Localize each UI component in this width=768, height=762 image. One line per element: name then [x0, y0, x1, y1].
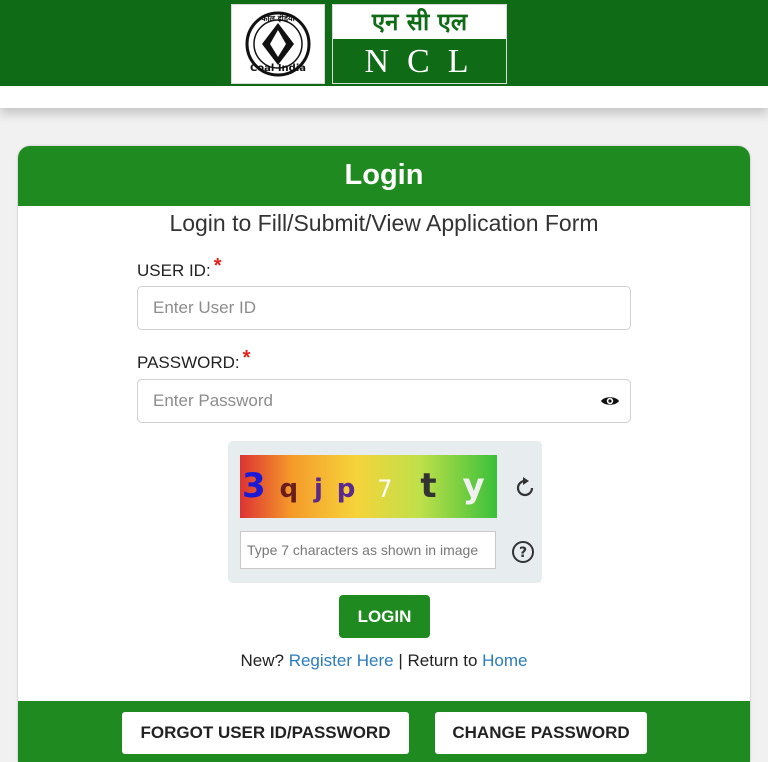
header-strip: [0, 86, 768, 108]
eye-icon[interactable]: [600, 394, 620, 408]
return-text: Return to: [407, 651, 478, 670]
svg-text:कोल इंडिया: कोल इंडिया: [260, 13, 295, 23]
login-title: Login: [344, 159, 424, 191]
links-separator: |: [398, 651, 403, 670]
org-short-name: NCL: [364, 43, 487, 80]
captcha-input[interactable]: [240, 531, 496, 569]
svg-text:Coal India: Coal India: [250, 63, 306, 74]
svg-text:?: ?: [519, 545, 527, 561]
ncl-wordmark: एन सी एल NCL: [332, 4, 507, 84]
coal-india-emblem-icon: Coal India कोल इंडिया: [245, 11, 311, 77]
captcha-code: 3 q j p 7 t y: [242, 466, 485, 506]
login-card: Login Login to Fill/Submit/View Applicat…: [18, 146, 750, 762]
home-link[interactable]: Home: [482, 651, 527, 670]
password-input[interactable]: [137, 379, 631, 423]
forgot-credentials-button[interactable]: FORGOT USER ID/PASSWORD: [122, 712, 409, 754]
captcha-image: 3 q j p 7 t y: [240, 455, 497, 518]
password-label-text: PASSWORD:: [137, 353, 240, 372]
new-text: New?: [240, 651, 284, 670]
user-id-label: USER ID: *: [137, 255, 221, 282]
required-mark: *: [242, 347, 251, 369]
refresh-icon[interactable]: [513, 476, 537, 500]
user-id-input[interactable]: [137, 286, 631, 330]
register-home-links: New? Register Here | Return to Home: [18, 651, 750, 671]
required-mark: *: [213, 255, 222, 277]
org-hindi-name: एन सी एल: [333, 5, 506, 39]
coal-india-logo: Coal India कोल इंडिया: [231, 4, 325, 84]
user-id-label-text: USER ID:: [137, 261, 211, 280]
login-subtitle: Login to Fill/Submit/View Application Fo…: [169, 210, 599, 236]
password-label: PASSWORD: *: [137, 347, 250, 374]
login-button[interactable]: LOGIN: [339, 595, 430, 638]
captcha-section: 3 q j p 7 t y ?: [228, 441, 542, 583]
change-password-button[interactable]: CHANGE PASSWORD: [435, 712, 647, 754]
register-link[interactable]: Register Here: [289, 651, 394, 670]
ncl-logo: Coal India कोल इंडिया एन सी एल NCL: [231, 4, 507, 84]
help-icon[interactable]: ?: [511, 540, 535, 564]
login-card-header: Login: [18, 146, 750, 206]
